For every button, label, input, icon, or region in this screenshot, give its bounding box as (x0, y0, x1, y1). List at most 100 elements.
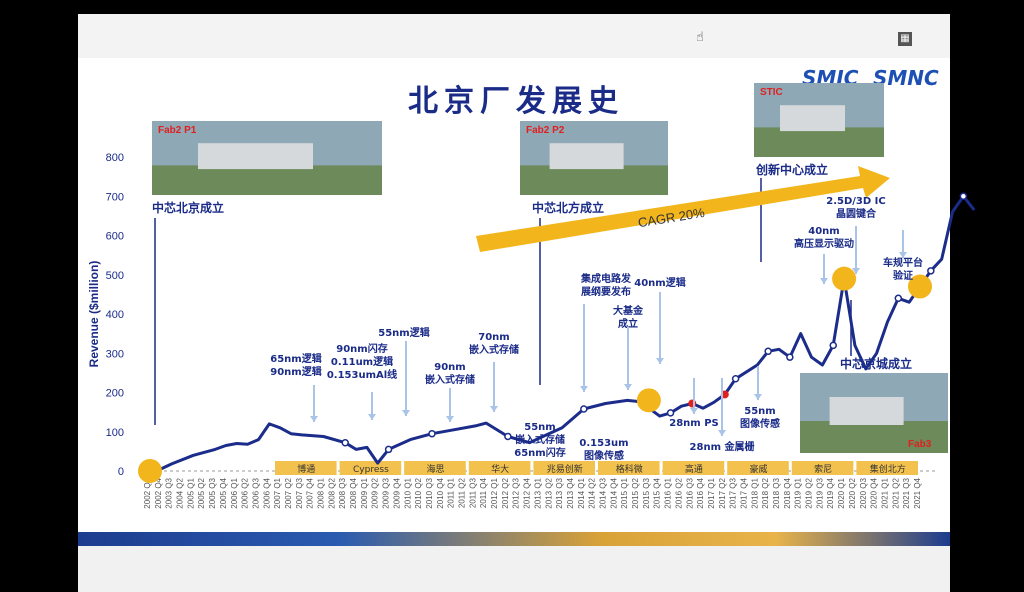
annotation-line: 0.11um逻辑 (331, 355, 393, 368)
x-tick-label: 2015 Q3 (642, 477, 651, 508)
data-point (927, 267, 935, 275)
photo-ground (754, 127, 884, 157)
annotation-line: 0.153um (579, 438, 628, 449)
customer-label: 索尼 (814, 463, 832, 475)
x-tick-label: 2002 Q4 (154, 477, 163, 508)
x-tick-label: 2006 Q4 (262, 477, 271, 508)
y-tick-label: 400 (106, 309, 124, 321)
event-marker (636, 388, 661, 413)
annotation-label: 0.153um 图像传感 (579, 438, 628, 462)
annotation-label: 大基金成立 (613, 304, 644, 330)
data-point (504, 432, 512, 441)
annotation-arrowhead (580, 386, 588, 392)
annotation-line: 65nm逻辑 (270, 352, 321, 365)
x-tick-label: 2010 Q4 (436, 477, 445, 508)
annotation-label: 2.5D/3D IC 晶圆键合 (826, 196, 885, 220)
x-tick-label: 2017 Q1 (707, 477, 716, 508)
x-tick-label: 2010 Q2 (414, 477, 423, 508)
data-point (580, 405, 588, 413)
x-tick-label: 2009 Q3 (382, 477, 391, 508)
customer-label: 高通 (685, 463, 703, 475)
x-tick-label: 2005 Q3 (208, 477, 217, 508)
y-tick-label: 700 (106, 191, 124, 203)
data-point (959, 192, 968, 200)
data-point (731, 375, 740, 383)
data-point (666, 409, 675, 417)
x-tick-label: 2018 Q2 (761, 477, 770, 508)
annotation-line: 55nm (524, 422, 555, 433)
annotation-label: 70nm 嵌入式存储 (469, 332, 519, 356)
x-tick-label: 2009 Q4 (392, 477, 401, 508)
customer-label: 格科微 (616, 463, 643, 475)
annotation-line: 嵌入式存储 (515, 433, 565, 446)
x-tick-label: 2013 Q2 (544, 477, 553, 508)
annotation-label: 28nm PS (669, 418, 718, 429)
x-tick-label: 2019 Q3 (815, 477, 824, 508)
x-tick-label: 2017 Q4 (739, 477, 748, 508)
x-tick-label: 2018 Q4 (783, 477, 792, 508)
annotation-label: 40nm 高压显示驱动 (794, 226, 854, 250)
x-tick-label: 2019 Q2 (805, 477, 814, 508)
annotation-label: 55nm 图像传感 (740, 406, 780, 430)
x-tick-label: 2016 Q3 (685, 477, 694, 508)
x-tick-label: 2012 Q1 (490, 477, 499, 508)
x-tick-label: 2014 Q3 (598, 477, 607, 508)
annotation-line: 28nm 金属栅 (690, 440, 755, 453)
x-tick-label: 2010 Q3 (425, 477, 434, 508)
x-tick-label: 2008 Q1 (317, 477, 326, 508)
annotation-arrowhead (656, 358, 664, 364)
annotation-line: 90nm (434, 362, 465, 373)
event-caption: 创新中心成立 (755, 162, 828, 177)
y-tick-label: 0 (118, 466, 124, 478)
annotation-label: 55nm 嵌入式存储 65nm闪存 (514, 422, 565, 459)
x-tick-label: 2006 Q1 (230, 477, 239, 508)
annotation-line: 嵌入式存储 (469, 343, 519, 356)
annotation-line: 40nm (808, 226, 839, 237)
photo-building (829, 397, 904, 425)
event-marker (832, 266, 857, 291)
x-tick-label: 2021 Q4 (913, 477, 922, 508)
x-tick-label: 2004 Q2 (176, 477, 185, 508)
photo-ground (520, 165, 668, 195)
x-tick-label: 2011 Q1 (447, 477, 456, 508)
annotation-arrowhead (820, 278, 828, 284)
x-tick-label: 2006 Q3 (251, 477, 260, 508)
customer-label: 集创北方 (870, 463, 906, 475)
x-tick-label: 2020 Q4 (870, 477, 879, 508)
annotation-arrowhead (754, 394, 762, 400)
x-tick-label: 2019 Q4 (826, 477, 835, 508)
x-tick-label: 2019 Q1 (794, 477, 803, 508)
x-tick-label: 2015 Q1 (620, 477, 629, 508)
x-tick-label: 2008 Q3 (338, 477, 347, 508)
x-tick-label: 2016 Q4 (696, 477, 705, 508)
annotation-line: 图像传感 (740, 417, 780, 430)
x-tick-label: 2020 Q1 (837, 477, 846, 508)
customer-label: Cypress (353, 465, 389, 475)
red-dot-marker (688, 399, 697, 408)
x-tick-label: 2013 Q1 (533, 477, 542, 508)
x-tick-label: 2007 Q3 (295, 477, 304, 508)
annotation-line: 90nm逻辑 (270, 365, 321, 378)
x-tick-label: 2005 Q2 (197, 477, 206, 508)
data-point (786, 353, 794, 361)
annotation-line: 图像传感 (584, 449, 624, 462)
data-point (384, 445, 393, 454)
x-tick-label: 2014 Q1 (577, 477, 586, 508)
x-tick-label: 2005 Q4 (219, 477, 228, 508)
x-tick-label: 2020 Q2 (848, 477, 857, 508)
data-point (428, 429, 436, 438)
x-tick-label: 2012 Q4 (523, 477, 532, 508)
y-tick-label: 300 (106, 348, 124, 360)
annotation-label: 集成电路发展纲要发布 (580, 272, 632, 298)
x-tick-label: 2015 Q2 (631, 477, 640, 508)
annotation-line: 40nm逻辑 (634, 276, 685, 289)
annotation-line: 高压显示驱动 (794, 237, 854, 250)
data-point (341, 438, 349, 447)
x-tick-label: 2017 Q3 (729, 477, 738, 508)
photo-label: Fab2 P2 (526, 125, 565, 136)
annotation-label: 28nm 金属栅 (690, 440, 755, 453)
photo-label: Fab3 (908, 439, 932, 450)
annotation-line: 55nm (744, 406, 775, 417)
x-tick-label: 2003 Q3 (165, 477, 174, 508)
x-tick-label: 2018 Q3 (772, 477, 781, 508)
